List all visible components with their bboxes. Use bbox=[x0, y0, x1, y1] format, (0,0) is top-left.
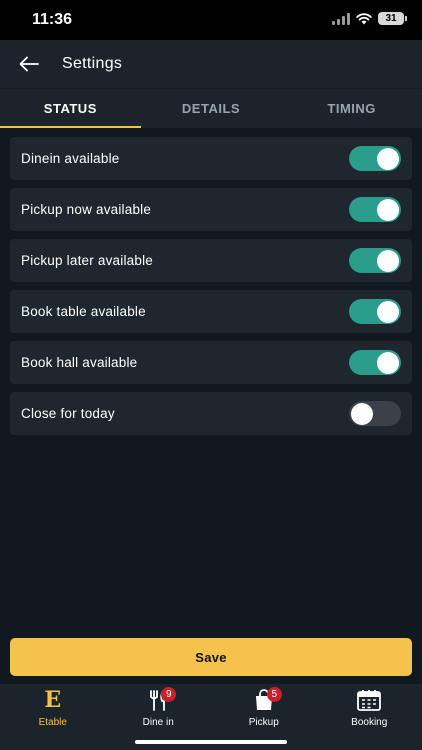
settings-list: Dinein available Pickup now available Pi… bbox=[10, 137, 412, 443]
nav-icon-wrap: E bbox=[33, 688, 73, 712]
nav-item-etable[interactable]: E Etable bbox=[0, 684, 106, 750]
pickup-now-toggle[interactable] bbox=[349, 197, 401, 222]
book-hall-toggle[interactable] bbox=[349, 350, 401, 375]
book-table-toggle[interactable] bbox=[349, 299, 401, 324]
nav-label: Etable bbox=[38, 717, 67, 728]
setting-row-pickup-later: Pickup later available bbox=[10, 239, 412, 282]
toggle-knob bbox=[351, 402, 373, 425]
setting-row-dinein: Dinein available bbox=[10, 137, 412, 180]
status-bar: 11:36 31 bbox=[0, 0, 422, 40]
nav-icon-wrap bbox=[349, 688, 389, 712]
save-button[interactable]: Save bbox=[10, 638, 412, 676]
tab-status[interactable]: STATUS bbox=[0, 89, 141, 128]
status-time: 11:36 bbox=[32, 11, 73, 28]
wifi-icon bbox=[356, 12, 372, 24]
toggle-knob bbox=[377, 249, 399, 272]
setting-label: Close for today bbox=[21, 406, 115, 421]
nav-icon-wrap: 9 bbox=[138, 687, 178, 712]
tab-details-label: DETAILS bbox=[181, 101, 241, 116]
calendar-icon bbox=[357, 690, 382, 711]
setting-row-close-today: Close for today bbox=[10, 392, 412, 435]
battery-level: 31 bbox=[385, 13, 397, 24]
pickup-later-toggle[interactable] bbox=[349, 248, 401, 273]
setting-label: Pickup now available bbox=[21, 202, 152, 217]
setting-label: Book table available bbox=[21, 304, 146, 319]
cellular-signal-icon bbox=[332, 12, 350, 25]
setting-label: Book hall available bbox=[21, 355, 138, 370]
nav-icon-wrap: 5 bbox=[244, 687, 284, 712]
setting-row-book-table: Book table available bbox=[10, 290, 412, 333]
status-icons: 31 bbox=[332, 12, 407, 25]
page-title: Settings bbox=[62, 55, 123, 72]
battery-icon: 31 bbox=[378, 12, 407, 25]
toggle-knob bbox=[377, 147, 399, 170]
setting-row-book-hall: Book hall available bbox=[10, 341, 412, 384]
setting-row-pickup-now: Pickup now available bbox=[10, 188, 412, 231]
etable-logo-icon: E bbox=[44, 687, 62, 713]
setting-label: Pickup later available bbox=[21, 253, 153, 268]
tab-status-label: STATUS bbox=[43, 101, 97, 116]
nav-label: Booking bbox=[351, 717, 388, 728]
dinein-toggle[interactable] bbox=[349, 146, 401, 171]
dine-in-badge: 9 bbox=[161, 687, 177, 702]
tab-bar: STATUS DETAILS TIMING bbox=[0, 88, 422, 128]
tab-timing[interactable]: TIMING bbox=[281, 89, 422, 128]
arrow-left-icon bbox=[19, 56, 39, 72]
setting-label: Dinein available bbox=[21, 151, 120, 166]
nav-label: Dine in bbox=[142, 717, 174, 728]
close-today-toggle[interactable] bbox=[349, 401, 401, 426]
toggle-knob bbox=[377, 300, 399, 323]
toggle-knob bbox=[377, 198, 399, 221]
pickup-badge: 5 bbox=[266, 687, 282, 702]
tab-details[interactable]: DETAILS bbox=[141, 89, 282, 128]
nav-label: Pickup bbox=[248, 717, 279, 728]
home-indicator bbox=[135, 740, 287, 744]
back-button[interactable] bbox=[14, 50, 44, 78]
toggle-knob bbox=[377, 351, 399, 374]
app-header: Settings bbox=[0, 40, 422, 88]
tab-timing-label: TIMING bbox=[327, 101, 376, 116]
nav-item-booking[interactable]: Booking bbox=[317, 684, 422, 750]
